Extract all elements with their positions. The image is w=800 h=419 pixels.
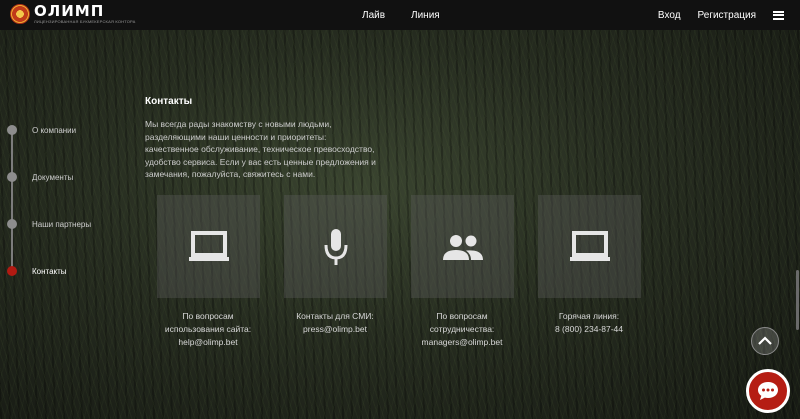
contact-card-site-help[interactable] — [157, 195, 260, 298]
contact-card-hotline[interactable] — [538, 195, 641, 298]
sidebar-item-documents[interactable]: Документы — [7, 172, 73, 182]
logo-tagline: ЛИЦЕНЗИРОВАННАЯ БУКМЕКЕРСКАЯ КОНТОРА — [34, 19, 136, 24]
sidebar-item-label: Наши партнеры — [32, 219, 92, 229]
sidebar-item-label: Документы — [32, 172, 74, 182]
nav-live-link[interactable]: Лайв — [362, 10, 385, 21]
logo[interactable]: ОЛИМП ЛИЦЕНЗИРОВАННАЯ БУКМЕКЕРСКАЯ КОНТО… — [10, 4, 136, 24]
intro-line: Мы всегда рады знакомству с новыми людьм… — [145, 119, 332, 129]
main-nav: Лайв Линия — [362, 0, 440, 30]
intro-line: замечания, пожалуйста, свяжитесь с нами. — [145, 169, 316, 180]
contact-card-partnership[interactable] — [411, 195, 514, 298]
people-icon — [442, 234, 483, 260]
top-bar: ОЛИМП ЛИЦЕНЗИРОВАННАЯ БУКМЕКЕРСКАЯ КОНТО… — [0, 0, 800, 30]
hotline-phone-link[interactable]: 8 (800) 234-87-44 — [514, 323, 664, 336]
sidebar-item-label: Контакты — [32, 266, 67, 276]
scrollbar-thumb[interactable] — [796, 270, 799, 330]
timeline-line — [11, 128, 13, 274]
register-link[interactable]: Регистрация — [698, 10, 756, 21]
intro-line: разделяющими наши ценности и приоритеты: — [145, 131, 327, 142]
scroll-to-top-button[interactable] — [751, 327, 779, 355]
chat-bubble-icon — [758, 382, 778, 400]
page-title: Контакты — [145, 96, 193, 107]
intro-line: качественное обслуживание, техническое п… — [145, 144, 375, 155]
nav-line-link[interactable]: Линия — [411, 10, 440, 21]
timeline-dot — [7, 219, 17, 229]
caption-line: Горячая линия: — [558, 311, 620, 321]
hamburger-menu-icon[interactable] — [773, 10, 784, 20]
login-link[interactable]: Вход — [658, 10, 681, 21]
laptop-icon — [188, 230, 229, 261]
sidebar-item-label: О компании — [32, 125, 77, 135]
contact-card-press[interactable] — [284, 195, 387, 298]
timeline-dot-active — [7, 266, 17, 276]
account-nav: Вход Регистрация — [658, 0, 784, 30]
managers-email-link[interactable]: managers@olimp.bet — [387, 336, 537, 349]
timeline-dot — [7, 125, 17, 135]
contact-caption-hotline: Горячая линия: 8 (800) 234-87-44 — [514, 310, 664, 336]
microphone-icon — [324, 228, 347, 265]
logo-mark-icon — [10, 4, 30, 24]
timeline-dot — [7, 172, 17, 182]
intro-line: удобство сервиса. Если у вас есть ценные… — [145, 156, 376, 167]
intro-text: Мы всегда рады знакомству с новыми людьм… — [145, 118, 413, 181]
sidebar-item-partners[interactable]: Наши партнеры — [7, 219, 91, 229]
sidebar-item-about[interactable]: О компании — [7, 125, 76, 135]
logo-text: ОЛИМП — [34, 2, 105, 20]
chat-button[interactable] — [746, 369, 790, 413]
laptop-icon — [569, 230, 610, 261]
chevron-up-icon — [758, 336, 772, 345]
sidebar-item-contacts[interactable]: Контакты — [7, 266, 67, 276]
help-email-link[interactable]: help@olimp.bet — [133, 336, 283, 349]
